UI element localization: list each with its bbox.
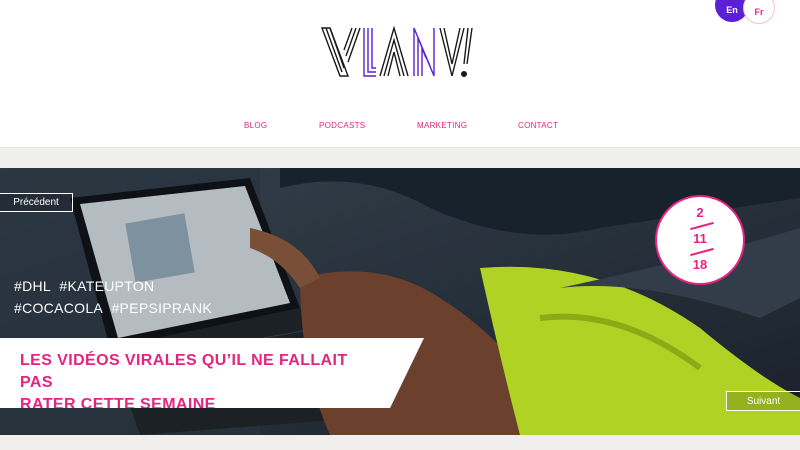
previous-label: Précédent: [13, 197, 59, 208]
post-date-badge: 2 11 18: [655, 195, 745, 285]
previous-button[interactable]: Précédent: [0, 193, 73, 212]
language-en-label: En: [726, 5, 738, 15]
site-header: En Fr BLOG PODCASTS MARKETING CONTACT: [0, 0, 800, 148]
tag[interactable]: #KATEUPTON: [59, 278, 154, 294]
nav-item-blog[interactable]: BLOG: [244, 121, 267, 130]
date-divider: [690, 221, 714, 231]
hero-slider: Précédent #DHL #KATEUPTON #COCACOLA #PEP…: [0, 168, 800, 435]
post-title-box[interactable]: LES VIDÉOS VIRALES QU’IL NE FALLAIT PAS …: [0, 338, 424, 408]
tag[interactable]: #PEPSIPRANK: [111, 300, 212, 316]
nav-item-contact[interactable]: CONTACT: [518, 121, 558, 130]
date-year: 18: [692, 257, 708, 272]
nav-item-marketing[interactable]: MARKETING: [417, 121, 467, 130]
next-label: Suivant: [746, 395, 781, 407]
language-fr-label: Fr: [754, 7, 764, 17]
date-day: 2: [696, 205, 704, 220]
language-fr-button[interactable]: Fr: [743, 0, 775, 24]
date-divider: [690, 247, 714, 257]
tag[interactable]: #COCACOLA: [14, 300, 103, 316]
main-nav: BLOG PODCASTS MARKETING CONTACT: [0, 121, 800, 133]
hero-tags: #DHL #KATEUPTON #COCACOLA #PEPSIPRANK: [14, 275, 212, 319]
post-title: LES VIDÉOS VIRALES QU’IL NE FALLAIT PAS …: [20, 350, 380, 408]
site-logo[interactable]: [318, 20, 480, 84]
page-background-strip: [0, 435, 800, 450]
date-month: 11: [693, 231, 707, 246]
tag[interactable]: #DHL: [14, 278, 51, 294]
post-title-line: LES VIDÉOS VIRALES QU’IL NE FALLAIT PAS: [20, 352, 348, 391]
nav-item-podcasts[interactable]: PODCASTS: [319, 121, 365, 130]
next-button[interactable]: Suivant: [726, 391, 800, 411]
